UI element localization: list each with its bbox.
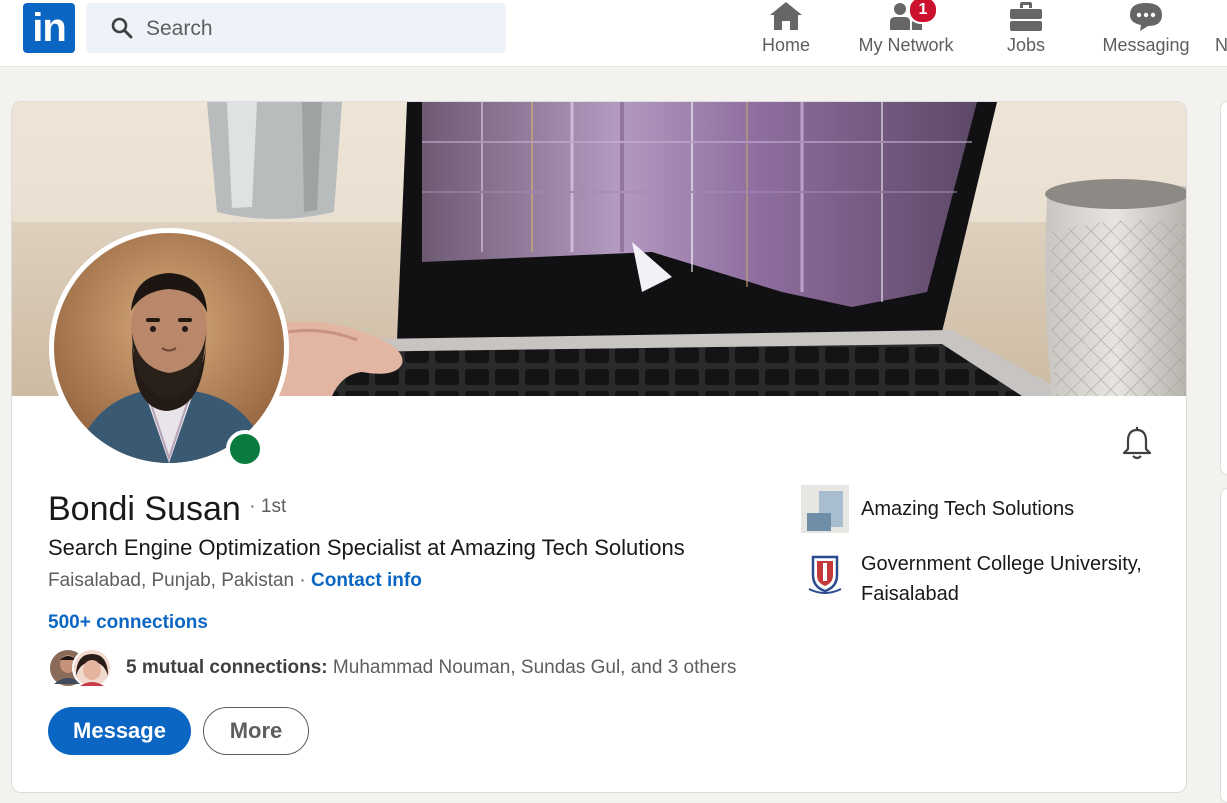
nav-item-jobs[interactable]: Jobs	[995, 0, 1057, 66]
org-name-company: Amazing Tech Solutions	[861, 498, 1075, 520]
home-icon	[770, 2, 802, 30]
profile-name-row: Bondi Susan · 1st	[48, 490, 286, 529]
contact-info-link[interactable]: Contact info	[311, 570, 422, 591]
notification-badge: 1	[908, 0, 938, 24]
profile-headline: Search Engine Optimization Specialist at…	[48, 535, 685, 560]
top-navigation-bar: in Home 1 My Network Jobs	[0, 0, 1227, 67]
message-button[interactable]: Message	[48, 707, 191, 755]
org-item-education[interactable]: Government College University, Faisalaba…	[801, 549, 1171, 613]
location-separator: ·	[294, 570, 311, 591]
profile-photo[interactable]	[54, 233, 284, 463]
nav-label-messaging: Messaging	[1102, 35, 1190, 55]
nav-label-my-network: My Network	[858, 35, 954, 55]
org-name-education: Government College University, Faisalaba…	[861, 553, 1142, 605]
side-card-partial	[1220, 101, 1227, 475]
online-status-indicator	[226, 430, 264, 468]
university-crest-icon	[801, 549, 849, 597]
logo-text: in	[32, 6, 67, 50]
linkedin-logo[interactable]: in	[23, 3, 75, 53]
nav-label-jobs: Jobs	[1006, 35, 1046, 55]
search-icon	[111, 17, 133, 39]
profile-location: Faisalabad, Punjab, Pakistan	[48, 570, 295, 591]
search-box[interactable]	[86, 3, 506, 55]
nav-label-notifications-partial[interactable]: N	[1215, 35, 1227, 56]
notification-bell-icon[interactable]	[1119, 426, 1155, 462]
messaging-icon	[1130, 3, 1162, 31]
nav-label-home: Home	[761, 35, 810, 55]
mutual-connections-text[interactable]: 5 mutual connections: Muhammad Nouman, S…	[126, 657, 736, 679]
location-row: Faisalabad, Punjab, Pakistan · Contact i…	[48, 570, 422, 592]
company-logo-icon	[801, 485, 849, 533]
more-button[interactable]: More	[203, 707, 309, 755]
nav-item-messaging[interactable]: Messaging	[1100, 0, 1192, 66]
mutual-connections-count: 5 mutual connections:	[126, 657, 328, 678]
nav-item-home[interactable]: Home	[752, 0, 820, 66]
connections-count-link[interactable]: 500+ connections	[48, 612, 208, 634]
briefcase-icon	[1010, 2, 1042, 31]
search-input[interactable]	[144, 3, 488, 55]
mutual-connection-avatars	[48, 648, 112, 688]
profile-card: Bondi Susan · 1st Search Engine Optimiza…	[11, 101, 1187, 793]
profile-name: Bondi Susan	[48, 490, 241, 528]
nav-item-my-network[interactable]: 1 My Network	[852, 0, 960, 66]
mutual-connections-names: Muhammad Nouman, Sundas Gul, and 3 other…	[332, 657, 737, 678]
org-item-current-company[interactable]: Amazing Tech Solutions	[801, 485, 1171, 533]
side-card-partial-lower	[1220, 488, 1227, 803]
connection-degree: · 1st	[249, 496, 287, 517]
